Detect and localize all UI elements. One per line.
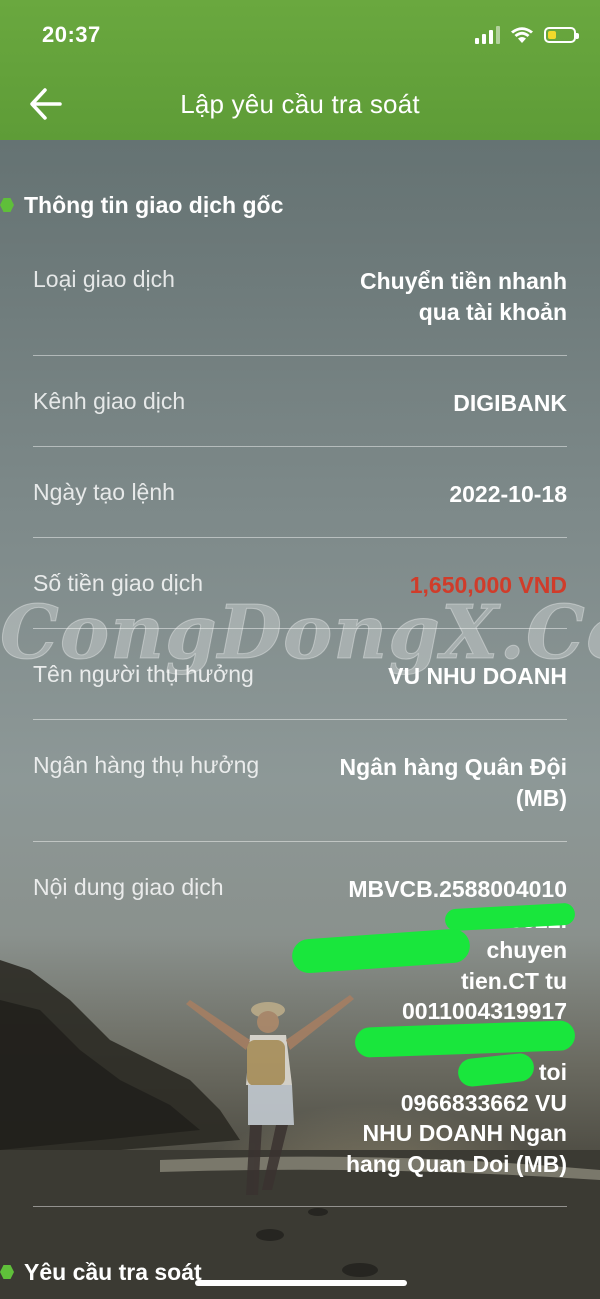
row-divider xyxy=(33,841,567,842)
row-divider xyxy=(33,446,567,447)
detail-label: Ngân hàng thụ hưởng xyxy=(33,752,260,778)
home-indicator[interactable] xyxy=(195,1280,407,1286)
detail-value: DIGIBANK xyxy=(453,390,567,416)
detail-label: Nội dung giao dịch xyxy=(33,874,224,900)
detail-label: Kênh giao dịch xyxy=(33,388,186,414)
cellular-signal-icon xyxy=(475,26,500,44)
row-divider xyxy=(33,719,567,720)
detail-value: 2022-10-18 xyxy=(449,481,567,507)
row-divider xyxy=(33,355,567,356)
watermark: CongDongX.Com xyxy=(0,590,600,677)
wifi-icon xyxy=(511,27,533,43)
status-icons xyxy=(475,26,579,44)
detail-label: Ngày tạo lệnh xyxy=(33,479,175,505)
section-title: Yêu cầu tra soát xyxy=(24,1259,202,1285)
section-header-request: Yêu cầu tra soát xyxy=(0,1259,202,1286)
battery-icon xyxy=(544,27,579,43)
row-divider xyxy=(33,537,567,538)
app-header: 20:37 Lập yêu cầu tra soát xyxy=(0,0,600,140)
detail-label: Loại giao dịch xyxy=(33,266,175,292)
section-title: Thông tin giao dịch gốc xyxy=(24,192,284,218)
row-divider xyxy=(33,1206,567,1207)
status-time: 20:37 xyxy=(42,22,101,47)
detail-value: Ngân hàng Quân Đội (MB) xyxy=(339,754,567,811)
detail-value: Chuyển tiền nhanh qua tài khoản xyxy=(360,268,567,325)
section-header-original-transaction: Thông tin giao dịch gốc xyxy=(0,192,284,219)
page-title: Lập yêu cầu tra soát xyxy=(180,89,420,119)
